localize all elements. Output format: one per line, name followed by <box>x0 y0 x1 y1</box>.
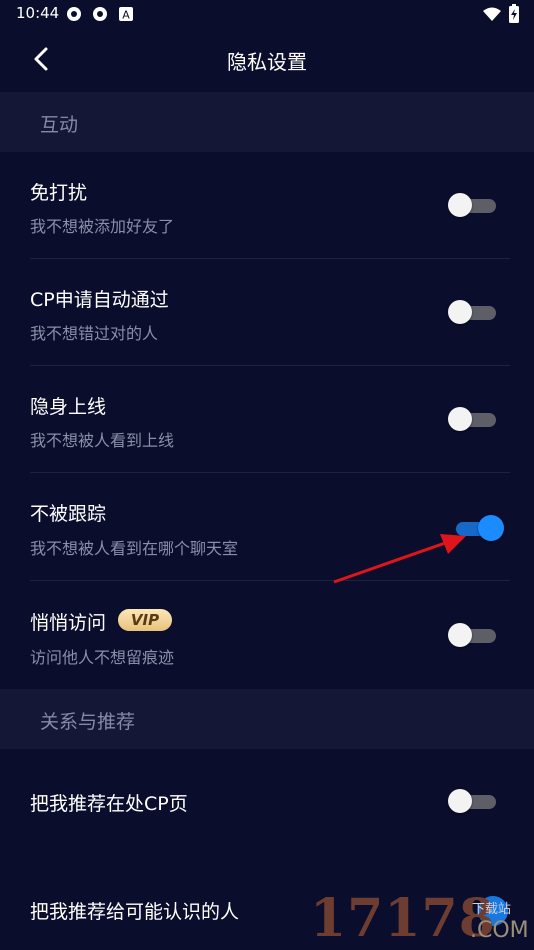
setting-subtitle: 访问他人不想留痕迹 <box>30 648 175 667</box>
a-badge-icon: A <box>119 7 133 22</box>
wifi-icon <box>483 7 501 21</box>
annotation-arrow <box>333 534 466 584</box>
top-app-bar: 隐私设置 <box>0 28 534 92</box>
setting-row-recommend-cp-page: 把我推荐在处CP页 <box>0 749 534 855</box>
setting-title: 把我推荐给可能认识的人 <box>30 901 240 923</box>
watermark-logo: 17178 <box>310 888 496 949</box>
watermark-site: 下载站 <box>472 902 512 917</box>
status-time: 10:44 <box>16 4 60 22</box>
section-header-interaction: 互动 <box>0 92 534 152</box>
setting-title: 不被跟踪 <box>30 503 107 525</box>
status-bar: 10:44 A <box>0 0 534 28</box>
setting-title: 隐身上线 <box>30 396 107 418</box>
cp-auto-accept-toggle[interactable] <box>448 299 496 325</box>
watermark-domain: .COM <box>470 918 529 943</box>
vip-badge: VIP <box>118 609 172 631</box>
setting-row-invisible-online: 隐身上线 我不想被人看到上线 <box>0 366 534 473</box>
invisible-online-toggle[interactable] <box>448 406 496 432</box>
setting-subtitle: 我不想被添加好友了 <box>30 217 175 236</box>
stealth-visit-toggle[interactable] <box>448 622 496 648</box>
setting-title: 免打扰 <box>30 182 88 204</box>
do-not-disturb-toggle[interactable] <box>448 192 496 218</box>
setting-subtitle: 我不想被人看到在哪个聊天室 <box>30 539 239 558</box>
gear-notification-icon <box>67 7 81 21</box>
page-title: 隐私设置 <box>227 50 307 74</box>
setting-subtitle: 我不想被人看到上线 <box>30 431 175 450</box>
setting-row-do-not-disturb: 免打扰 我不想被添加好友了 <box>0 152 534 259</box>
gear-notification-icon <box>93 7 107 21</box>
section-header-relationship: 关系与推荐 <box>0 689 534 749</box>
setting-row-cp-auto-accept: CP申请自动通过 我不想错过对的人 <box>0 259 534 366</box>
svg-text:A: A <box>122 9 130 22</box>
recommend-cp-page-toggle[interactable] <box>448 788 496 814</box>
setting-title: 悄悄访问 <box>30 612 107 634</box>
setting-title: 把我推荐在处CP页 <box>30 793 188 815</box>
section-title: 关系与推荐 <box>40 711 136 733</box>
battery-charging-icon <box>509 4 519 23</box>
section-title: 互动 <box>40 114 79 136</box>
setting-row-stealth-visit: 悄悄访问 VIP 访问他人不想留痕迹 <box>0 581 534 689</box>
setting-subtitle: 我不想错过对的人 <box>30 324 159 343</box>
setting-title: CP申请自动通过 <box>30 289 169 311</box>
